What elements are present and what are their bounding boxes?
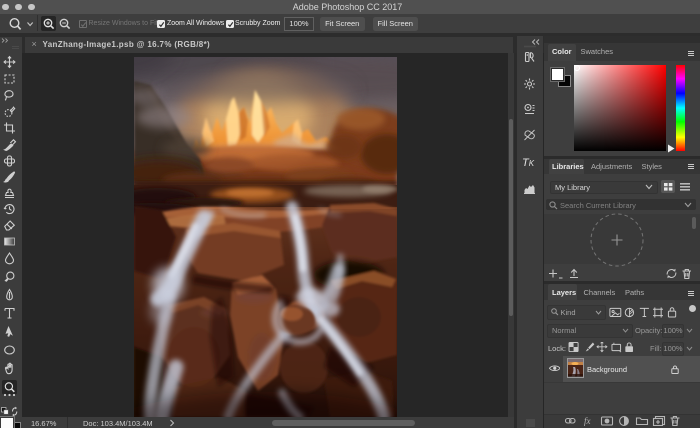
- svg-text:TK: TK: [522, 157, 535, 169]
- svg-text:fx: fx: [584, 416, 591, 426]
